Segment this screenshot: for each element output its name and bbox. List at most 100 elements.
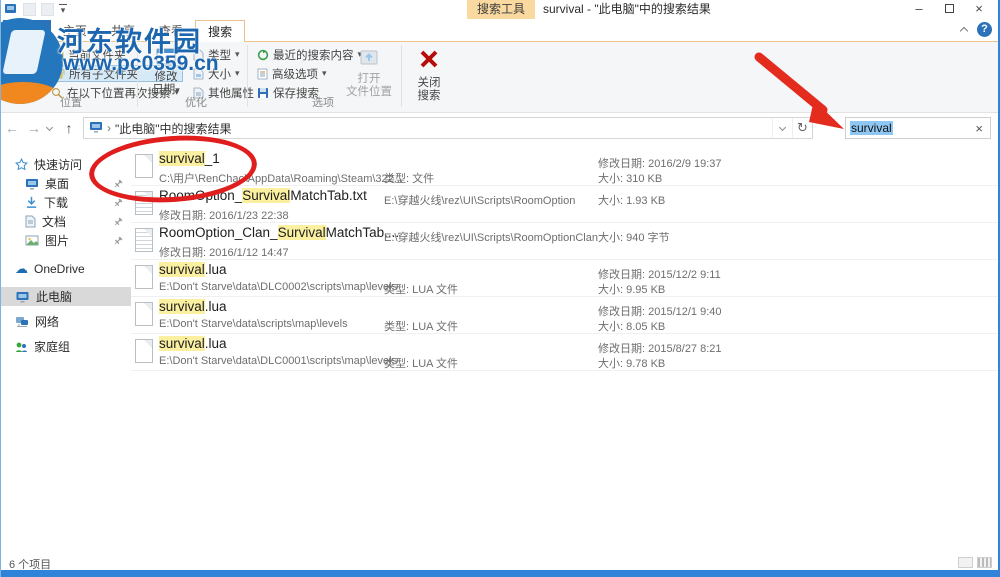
open-location-icon	[343, 47, 395, 71]
pin-icon	[113, 216, 123, 230]
file-date: 修改日期: 2015/12/2 9:11	[598, 266, 721, 282]
search-tools-label: 搜索工具	[467, 0, 535, 19]
file-row-3[interactable]: RoomOption_Clan_SurvivalMatchTab.... E:\…	[131, 223, 998, 260]
window-border	[1, 570, 998, 577]
file-name[interactable]: survival.lua	[159, 262, 227, 277]
file-type: 类型: LUA 文件	[384, 318, 458, 334]
dropdown-icon: ▾	[235, 49, 240, 60]
sidebar-item-documents[interactable]: 文档	[1, 212, 131, 231]
sidebar-item-downloads[interactable]: 下载	[1, 193, 131, 212]
back-icon[interactable]: ←	[1, 120, 23, 136]
up-icon[interactable]: ↑	[58, 120, 80, 136]
advanced-options-icon	[257, 68, 268, 80]
address-dropdown-icon[interactable]	[772, 118, 792, 138]
qat-properties-icon[interactable]	[23, 3, 36, 16]
subfolders-icon	[52, 68, 65, 79]
kind-icon	[193, 49, 204, 61]
file-name[interactable]: RoomOption_Clan_SurvivalMatchTab....	[159, 225, 399, 240]
file-path: E:\穿越火线\rez\UI\Scripts\RoomOption	[384, 192, 575, 208]
this-pc-scope-button[interactable]: 此电脑	[5, 46, 51, 97]
quick-access-toolbar: ▾	[4, 2, 67, 16]
file-date: 修改日期: 2016/2/9 19:37	[598, 155, 722, 171]
tab-file[interactable]: 文件	[3, 20, 51, 42]
sidebar-item-this-pc[interactable]: 此电脑	[1, 287, 131, 306]
explorer-window: ▾ 搜索工具 survival - "此电脑"中的搜索结果 – × 文件 主页 …	[0, 0, 1000, 577]
picture-icon	[25, 235, 39, 246]
file-date: 修改日期: 2015/8/27 8:21	[598, 340, 722, 356]
search-highlight: survival	[159, 151, 205, 166]
file-name[interactable]: survival_1	[159, 151, 220, 166]
search-value[interactable]: survival	[850, 121, 893, 135]
thumbnail-view-icon[interactable]	[977, 557, 992, 568]
file-size: 大小: 9.95 KB	[598, 281, 665, 297]
file-path: E:\Don't Starve\data\scripts\map\levels	[159, 318, 348, 330]
file-size: 大小: 940 字节	[598, 229, 670, 245]
sidebar-item-network[interactable]: 网络	[1, 312, 131, 331]
title-bar: ▾ 搜索工具 survival - "此电脑"中的搜索结果 – ×	[1, 0, 998, 20]
recent-searches-icon	[257, 49, 269, 61]
sidebar-item-desktop[interactable]: 桌面	[1, 174, 131, 193]
file-path: E:\Don't Starve\data\DLC0002\scripts\map…	[159, 281, 397, 293]
clear-search-icon[interactable]: ×	[972, 121, 986, 136]
file-row-2[interactable]: RoomOption_SurvivalMatchTab.txt E:\穿越火线\…	[131, 186, 998, 223]
file-row-4[interactable]: survival.lua E:\Don't Starve\data\DLC000…	[131, 260, 998, 297]
star-icon	[15, 158, 28, 171]
file-name[interactable]: RoomOption_SurvivalMatchTab.txt	[159, 188, 367, 203]
this-pc-icon	[15, 291, 30, 303]
tab-home[interactable]: 主页	[51, 20, 99, 42]
file-name[interactable]: survival.lua	[159, 336, 227, 351]
status-bar: 6 个项目	[1, 556, 998, 570]
file-icon	[135, 154, 153, 178]
breadcrumb[interactable]: "此电脑"中的搜索结果	[115, 120, 232, 137]
maximize-button[interactable]	[934, 0, 964, 19]
sidebar-item-quick-access[interactable]: 快速访问	[1, 155, 131, 174]
close-button[interactable]: ×	[964, 0, 994, 19]
sidebar-item-homegroup[interactable]: 家庭组	[1, 337, 131, 356]
refresh-icon[interactable]: ↻	[792, 118, 812, 138]
navigation-bar: ← → ↑ › "此电脑"中的搜索结果 ↻ survival ×	[1, 113, 998, 143]
close-search-icon	[407, 48, 451, 74]
sidebar-item-pictures[interactable]: 图片	[1, 231, 131, 250]
qat-new-folder-icon[interactable]	[41, 3, 54, 16]
close-search-button[interactable]: 关闭 搜索	[407, 46, 451, 103]
search-highlight: Survival	[278, 225, 326, 240]
pin-icon	[113, 197, 123, 211]
location-group-label: 位置	[21, 94, 121, 110]
file-icon	[135, 265, 153, 289]
dropdown-icon: ▾	[235, 68, 240, 79]
file-icon	[135, 302, 153, 326]
file-date: 修改日期: 2015/12/1 9:40	[598, 303, 722, 319]
minimize-button[interactable]: –	[904, 0, 934, 19]
cloud-icon: ☁	[15, 264, 28, 274]
file-row-6[interactable]: survival.lua E:\Don't Starve\data\DLC000…	[131, 334, 998, 371]
breadcrumb-chevron-icon: ›	[107, 121, 111, 135]
explorer-logo-icon[interactable]	[4, 2, 18, 16]
ribbon-tab-row: 文件 主页 共享 查看 搜索 ?	[1, 20, 998, 42]
network-icon	[15, 316, 29, 328]
search-highlight: survival	[159, 299, 205, 314]
qat-customize-icon[interactable]: ▾	[59, 4, 67, 14]
file-type: 类型: 文件	[384, 170, 434, 186]
tab-view[interactable]: 查看	[147, 20, 195, 42]
recent-locations-icon[interactable]	[46, 123, 53, 130]
search-input[interactable]: survival ×	[845, 117, 991, 139]
folder-icon	[51, 49, 64, 60]
sidebar-item-onedrive[interactable]: ☁ OneDrive	[1, 259, 131, 278]
tab-search[interactable]: 搜索	[195, 20, 245, 42]
file-size: 大小: 8.05 KB	[598, 318, 665, 334]
pin-icon	[113, 178, 123, 192]
minimize-ribbon-icon[interactable]	[960, 27, 968, 35]
open-file-location-button[interactable]: 打开 文件位置	[343, 46, 395, 99]
date-modified-button[interactable]: 修改 日期▾	[143, 46, 189, 97]
file-row-1[interactable]: survival_1 C:\用户\RenChao\AppData\Roaming…	[131, 149, 998, 186]
tab-share[interactable]: 共享	[99, 20, 147, 42]
file-name[interactable]: survival.lua	[159, 299, 227, 314]
file-type: 类型: LUA 文件	[384, 355, 458, 371]
file-list: survival_1 C:\用户\RenChao\AppData\Roaming…	[131, 143, 998, 556]
address-bar[interactable]: › "此电脑"中的搜索结果 ↻	[83, 117, 813, 139]
help-icon[interactable]: ?	[977, 22, 992, 37]
ribbon: 此电脑 当前文件夹 所有子文件夹 在以下位置再次搜索 ▾ 位置 修改	[1, 42, 998, 113]
file-row-5[interactable]: survival.lua E:\Don't Starve\data\script…	[131, 297, 998, 334]
details-view-icon[interactable]	[958, 557, 973, 568]
forward-icon[interactable]: →	[23, 120, 45, 136]
